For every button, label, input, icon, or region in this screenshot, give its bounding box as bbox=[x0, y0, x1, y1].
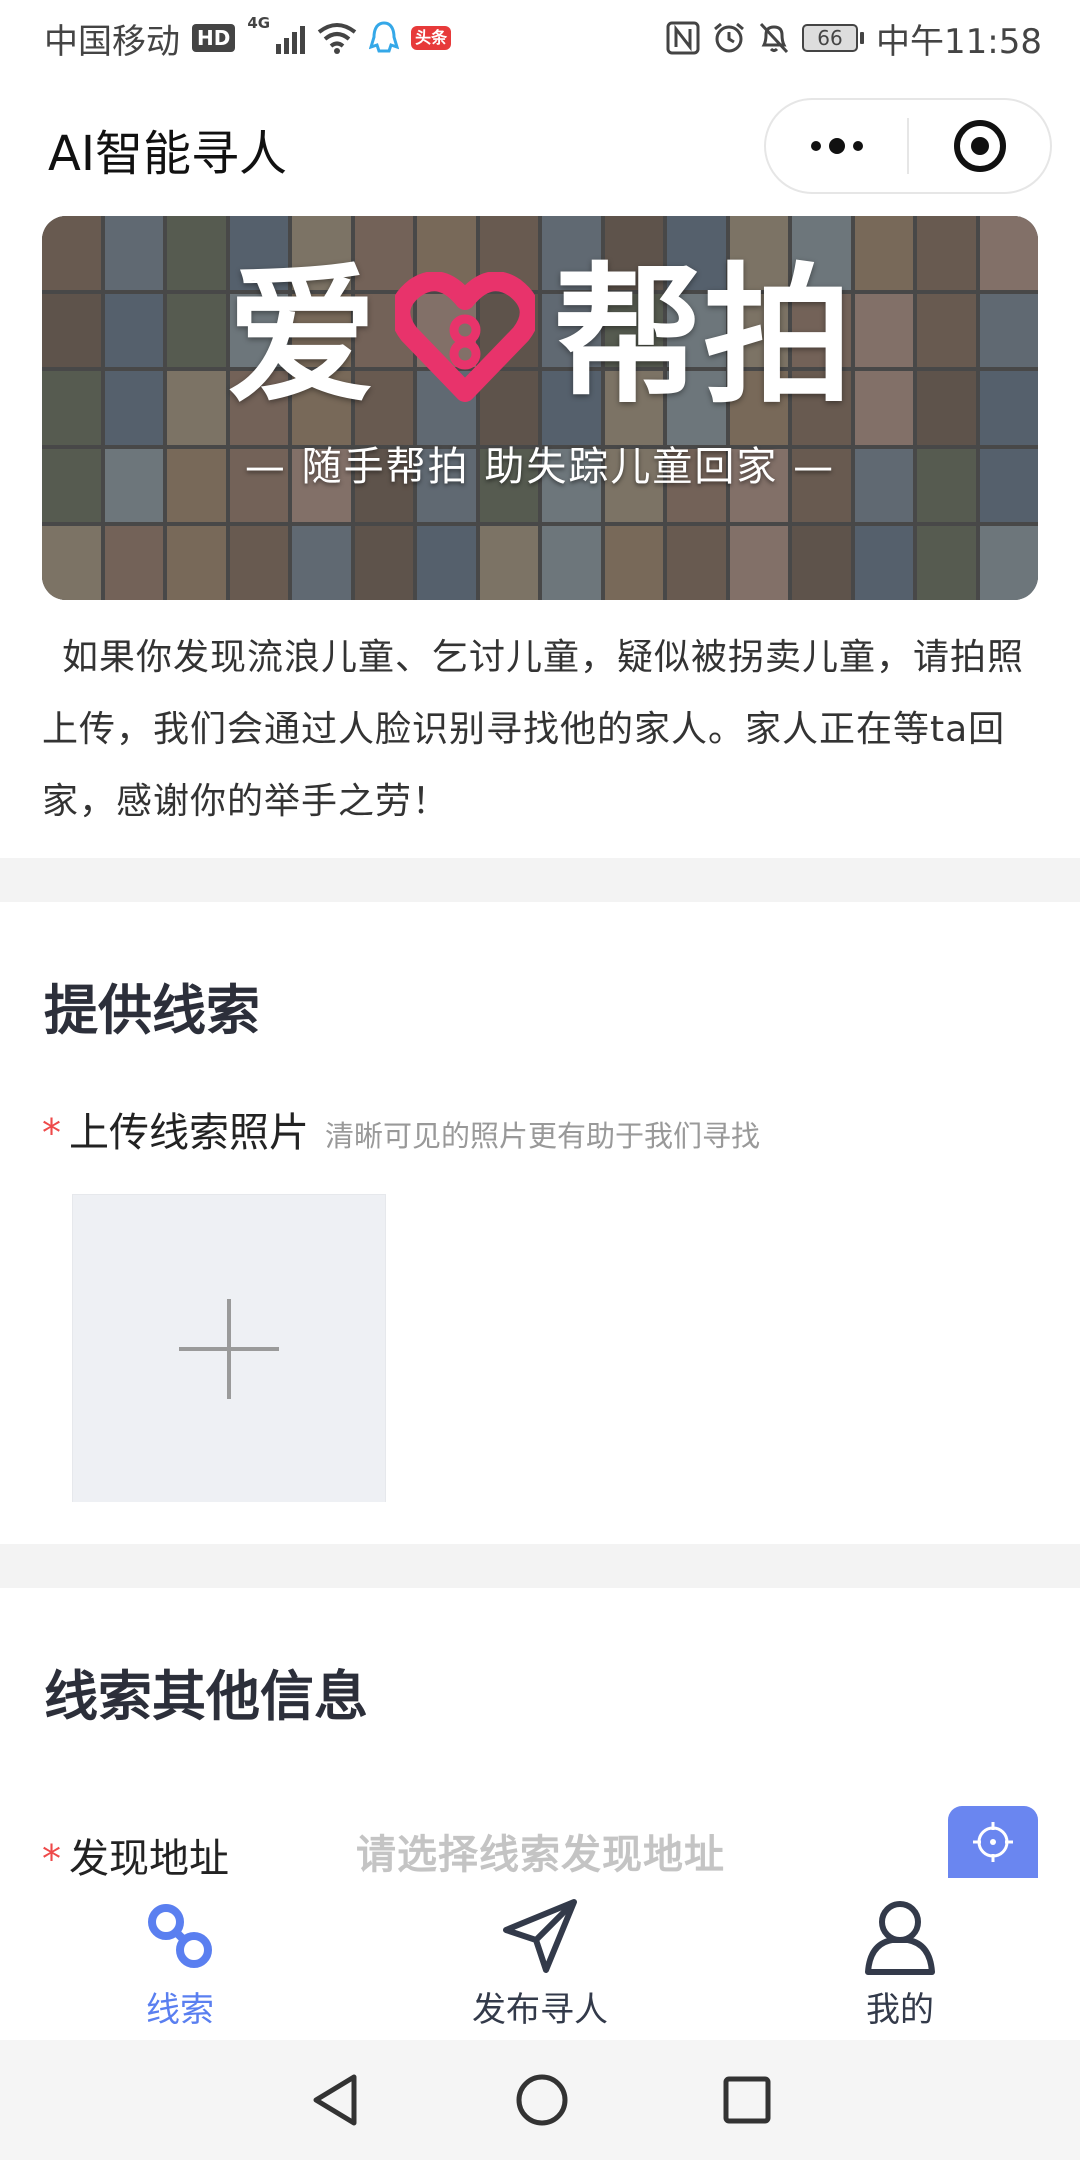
status-bar: 中国移动 HD 4G 头条 66 中午11:58 bbox=[0, 0, 1080, 76]
clue-chain-icon bbox=[148, 1904, 212, 1968]
tab-mine[interactable]: 我的 bbox=[720, 1878, 1080, 2040]
upload-photo-label: 上传线索照片 bbox=[69, 1110, 309, 1156]
section-divider bbox=[0, 1544, 1080, 1588]
tab-clue[interactable]: 线索 bbox=[0, 1878, 360, 2040]
wifi-icon bbox=[317, 23, 357, 54]
qq-icon bbox=[369, 21, 400, 53]
heart-icon bbox=[395, 272, 535, 402]
alarm-icon bbox=[714, 22, 744, 53]
address-label: 发现地址 bbox=[69, 1836, 229, 1882]
page-title: AI智能寻人 bbox=[48, 126, 287, 182]
home-circle-icon[interactable] bbox=[514, 2072, 570, 2128]
intro-paragraph: 如果你发现流浪儿童、乞讨儿童，疑似被拐卖儿童，请拍照上传，我们会通过人脸识别寻找… bbox=[42, 637, 1025, 822]
send-arrow-icon bbox=[503, 1899, 577, 1973]
exit-target-icon bbox=[953, 120, 1006, 172]
aibangpai-logo: 爱 帮拍 bbox=[42, 262, 1038, 412]
locate-crosshair-icon bbox=[973, 1822, 1013, 1862]
tab-publish-search-label: 发布寻人 bbox=[472, 1990, 608, 2030]
logo-text-left: 爱 bbox=[226, 250, 377, 424]
bottom-tab-bar: 线索 发布寻人 我的 bbox=[0, 1878, 1080, 2040]
battery-icon: 66 bbox=[802, 24, 865, 52]
mute-bell-icon bbox=[759, 22, 789, 54]
banner-subtitle: — 随手帮拍 助失踪儿童回家 — bbox=[244, 444, 836, 490]
upload-photo-hint: 清晰可见的照片更有助于我们寻找 bbox=[325, 1119, 761, 1153]
toutiao-app-icon: 头条 bbox=[411, 26, 452, 50]
system-navigation-bar bbox=[0, 2040, 1080, 2160]
signal-icon bbox=[276, 22, 306, 54]
plus-icon bbox=[179, 1298, 279, 1399]
back-triangle-icon[interactable] bbox=[308, 2071, 362, 2129]
address-field: * 发现地址 bbox=[42, 1826, 229, 1884]
recent-apps-square-icon[interactable] bbox=[722, 2075, 772, 2125]
banner-image: 爱 帮拍 — 随手帮拍 助失踪儿童回家 — bbox=[42, 216, 1038, 600]
section-title-other-info: 线索其他信息 bbox=[44, 1665, 368, 1728]
tab-mine-label: 我的 bbox=[866, 1990, 934, 2030]
upload-photo-button[interactable] bbox=[72, 1194, 386, 1502]
nfc-icon bbox=[666, 21, 700, 55]
person-icon bbox=[865, 1901, 935, 1975]
clock-time: 中午11:58 bbox=[876, 21, 1042, 62]
required-mark: * bbox=[42, 1837, 61, 1881]
address-picker-input[interactable]: 请选择线索发现地址 bbox=[356, 1822, 725, 1880]
locate-button[interactable] bbox=[948, 1806, 1038, 1878]
battery-level: 66 bbox=[802, 24, 859, 52]
network-type-label: 4G bbox=[247, 13, 271, 32]
carrier-label: 中国移动 bbox=[44, 21, 180, 62]
logo-text-right: 帮拍 bbox=[553, 250, 854, 424]
section-title-provide-clue: 提供线索 bbox=[44, 979, 260, 1042]
section-divider bbox=[0, 858, 1080, 902]
upload-photo-field: * 上传线索照片 清晰可见的照片更有助于我们寻找 bbox=[42, 1100, 760, 1158]
close-mini-program-button[interactable] bbox=[909, 100, 1050, 192]
mini-program-nav-bar: AI智能寻人 bbox=[0, 76, 1080, 212]
hd-badge: HD bbox=[192, 24, 236, 52]
required-mark: * bbox=[42, 1111, 61, 1155]
more-dots-icon bbox=[810, 138, 863, 154]
capsule-menu bbox=[764, 98, 1052, 194]
tab-clue-label: 线索 bbox=[146, 1990, 214, 2030]
more-options-button[interactable] bbox=[766, 100, 907, 192]
tab-publish-search[interactable]: 发布寻人 bbox=[360, 1878, 720, 2040]
